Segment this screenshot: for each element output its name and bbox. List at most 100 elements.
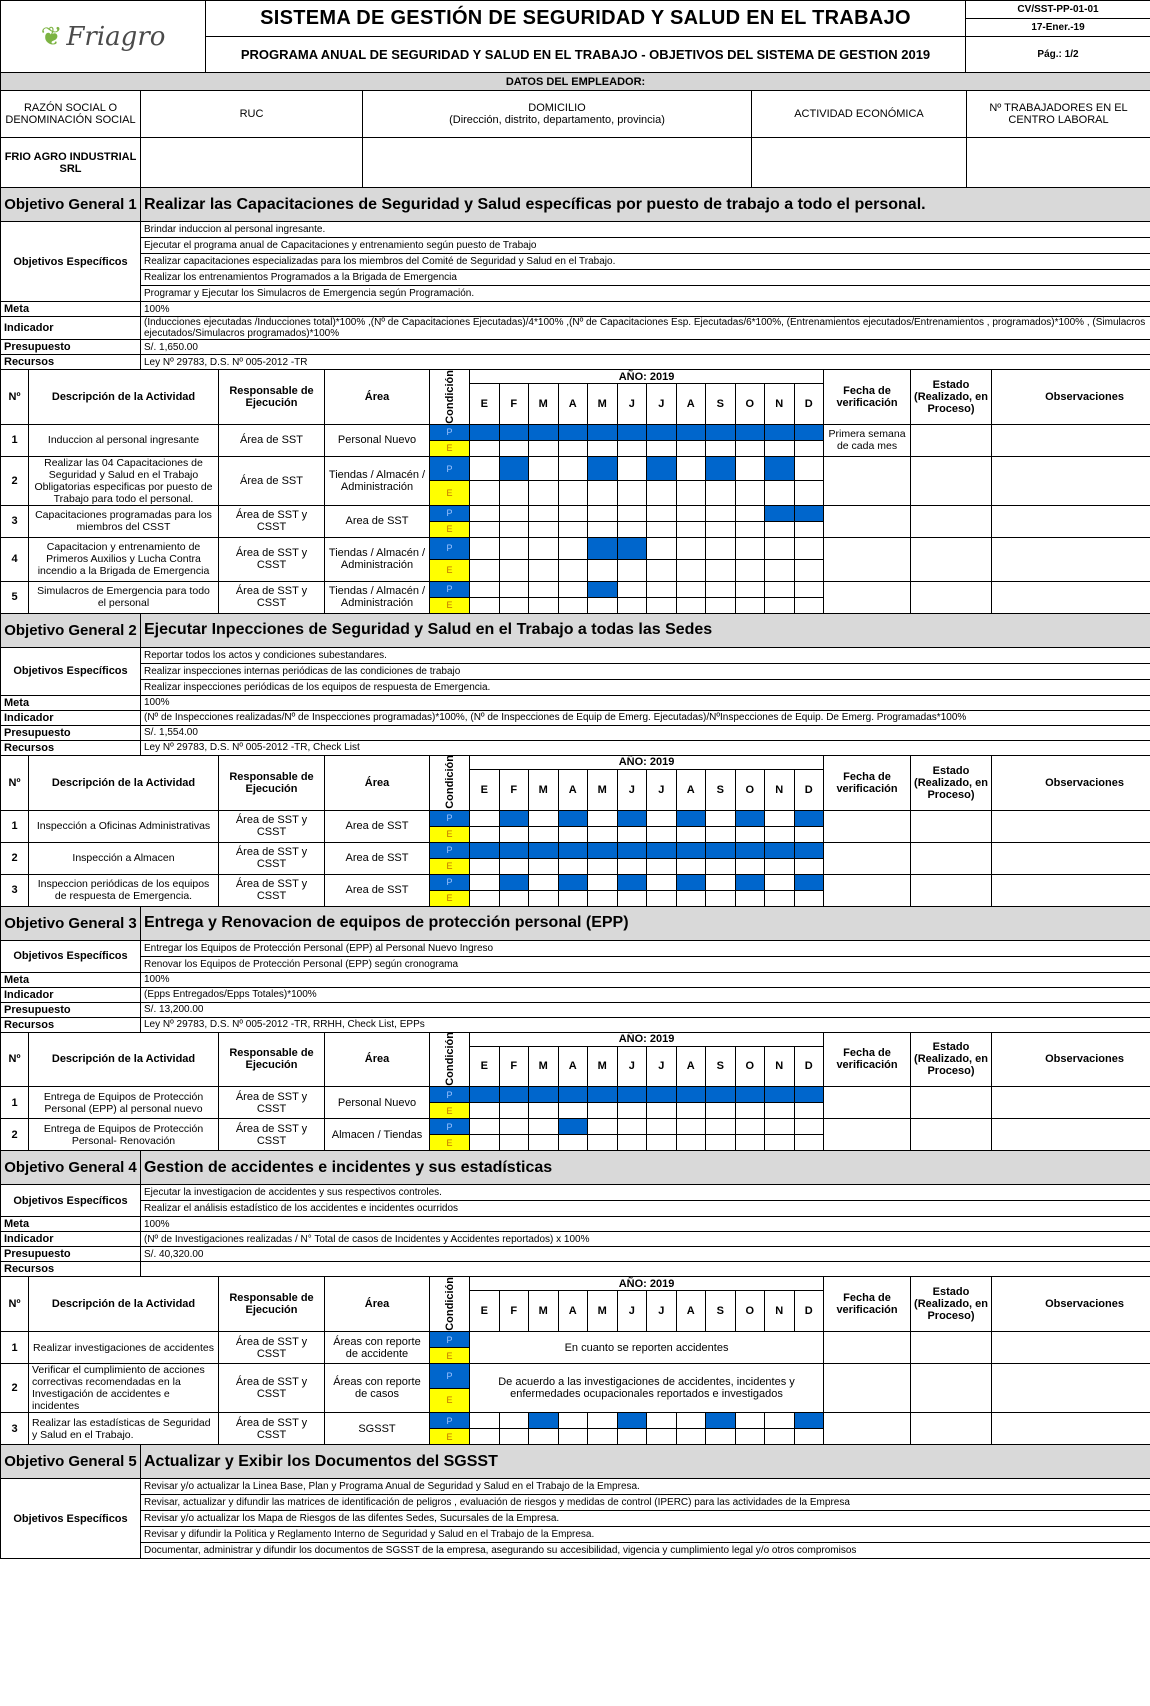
month-header: M [587,1290,618,1333]
month-exec-cell [469,480,500,506]
activity-note: En cuanto se reporten accidentes [468,1331,825,1365]
recursos-label: Recursos [0,1016,141,1033]
month-plan-cell [587,580,618,598]
activity-area: Personal Nuevo [324,1086,430,1120]
month-header: A [557,383,588,425]
month-plan-cell [528,873,559,891]
month-exec-cell [675,889,706,907]
month-exec-cell [587,480,618,506]
month-exec-cell [793,1428,825,1446]
activity-status [910,809,993,843]
col-year: AÑO: 2019 [468,754,825,770]
month-exec-cell [587,1134,618,1152]
document-title: SISTEMA DE GESTIÓN DE SEGURIDAD Y SALUD … [205,0,966,37]
month-exec-cell [616,558,647,582]
verification-date [823,580,912,614]
month-exec-cell [705,1428,736,1446]
col-observaciones: Observaciones [991,754,1150,811]
activity-status [910,580,993,614]
month-plan-cell [616,1412,647,1430]
col-observaciones: Observaciones [991,1031,1150,1088]
month-plan-cell [793,841,825,859]
activity-observations [991,1118,1150,1152]
month-plan-cell [705,455,736,482]
month-exec-cell [646,1134,677,1152]
month-plan-cell [469,455,500,482]
specific-objective: Revisar, actualizar y difundir las matri… [140,1494,1150,1512]
month-header: O [734,383,765,425]
month-exec-cell [498,520,529,538]
activity-observations [991,504,1150,538]
month-exec-cell [498,857,529,875]
month-exec-cell [587,857,618,875]
company-name: FRIO AGRO INDUSTRIAL SRL [0,137,141,188]
activity-responsible: Área de SST y CSST [218,841,325,875]
month-plan-cell [705,873,736,891]
col-fecha: Fecha de verificación [823,1276,912,1333]
month-plan-cell [705,841,736,859]
month-exec-cell [557,825,588,843]
activity-observations [991,1412,1150,1446]
month-exec-cell [646,596,677,614]
specific-objective: Entregar los Equipos de Protección Perso… [140,939,1150,957]
presupuesto-label: Presupuesto [0,1001,141,1018]
month-exec-cell [469,439,500,457]
month-plan-cell [557,580,588,598]
month-plan-cell [469,504,500,522]
activity-responsible: Área de SST y CSST [218,1086,325,1120]
month-header: M [587,383,618,425]
month-plan-cell [587,423,618,441]
col-area: Área [324,754,430,811]
activity-status [910,873,993,907]
month-exec-cell [793,1134,825,1152]
specific-objective: Realizar inspecciones internas periódica… [140,662,1150,680]
month-header: D [793,768,825,811]
month-plan-cell [646,504,677,522]
month-exec-cell [705,825,736,843]
month-plan-cell [587,536,618,560]
month-exec-cell [793,520,825,538]
objective-title: Actualizar y Exibir los Documentos del S… [140,1444,1150,1480]
month-exec-cell [675,439,706,457]
activity-table: Nº Descripción de la Actividad Responsable… [0,754,1150,907]
month-plan-cell [557,455,588,482]
month-exec-cell [616,520,647,538]
logo-text: Friagro [66,21,166,52]
document-code: CV/SST-PP-01-01 [966,1,1150,19]
month-exec-cell [557,596,588,614]
verification-date [823,1412,912,1446]
program-document: ❦ Friagro SISTEMA DE GESTIÓN DE SEGURIDAD… [0,0,1150,1706]
month-plan-cell [557,1412,588,1430]
col-observaciones: Observaciones [991,1276,1150,1333]
month-exec-cell [764,1134,795,1152]
month-plan-cell [646,455,677,482]
activity-description: Inspeccion periódicas de los equipos de … [28,873,219,907]
activity-observations [991,1086,1150,1120]
month-plan-cell [764,423,795,441]
month-plan-cell [793,809,825,827]
month-plan-cell [469,841,500,859]
month-header: J [616,1290,647,1333]
month-exec-cell [616,596,647,614]
month-header: N [764,1290,795,1333]
specific-objective: Revisar y/o actualizar los Mapa de Riesg… [140,1510,1150,1528]
month-exec-cell [705,439,736,457]
activity-table: Nº Descripción de la Actividad Responsable… [0,369,1150,614]
month-plan-cell [528,1086,559,1104]
month-plan-cell [705,536,736,560]
indicador-value: (Epps Entregados/Epps Totales)*100% [140,986,1150,1003]
month-exec-cell [557,520,588,538]
activity-description: Inspección a Oficinas Administrativas [28,809,219,843]
month-plan-cell [557,841,588,859]
header-trabajadores: Nº TRABAJADORES EN EL CENTRO LABORAL [965,90,1150,138]
month-plan-cell [764,1412,795,1430]
month-header: F [498,383,529,425]
month-plan-cell [616,536,647,560]
activity-number: 1 [0,1086,29,1120]
month-exec-cell [764,480,795,506]
indicador-label: Indicador [0,316,141,340]
month-exec-cell [528,520,559,538]
indicador-label: Indicador [0,1231,141,1248]
activity-description: Inspección a Almacen [28,841,219,875]
col-descripcion: Descripción de la Actividad [28,754,219,811]
